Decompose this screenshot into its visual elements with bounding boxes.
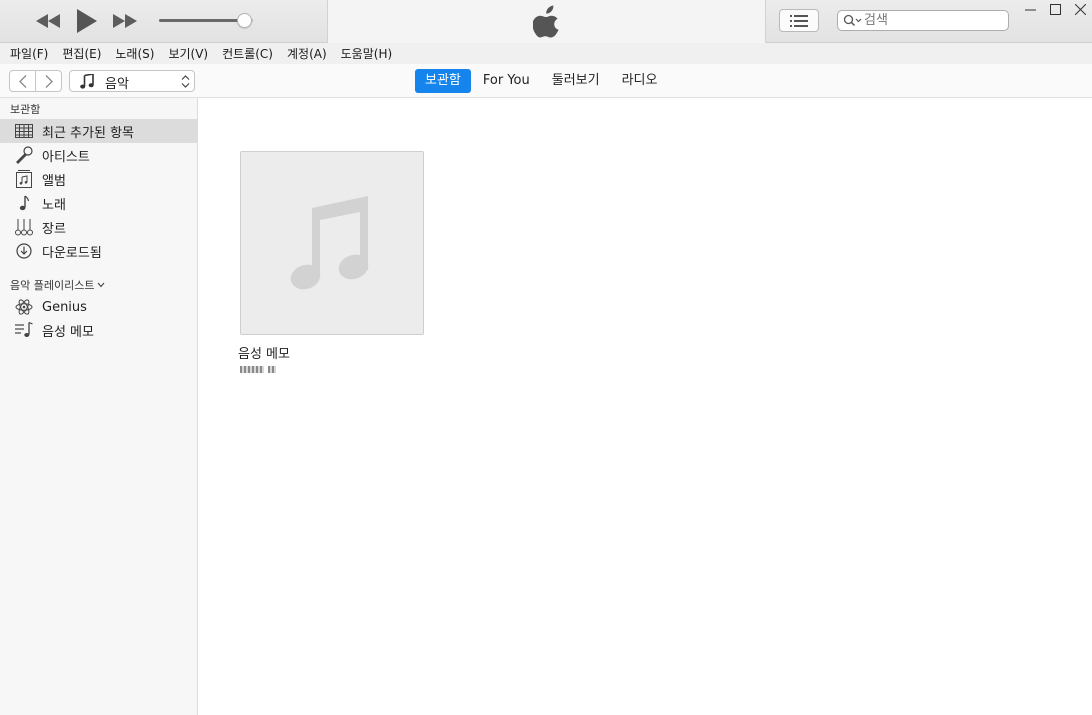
menu-controls[interactable]: 컨트롤(C) [215,45,280,62]
rewind-icon [36,14,60,28]
close-icon [1074,3,1086,15]
sidebar-item-songs[interactable]: 노래 [0,191,197,215]
tab-radio[interactable]: 라디오 [612,69,668,93]
tab-library[interactable]: 보관함 [415,69,471,93]
sidebar-item-label: 음성 메모 [42,324,94,340]
library-content: 음성 메모 [198,98,1092,715]
close-button[interactable] [1068,0,1092,18]
tab-browse[interactable]: 둘러보기 [542,69,610,93]
microphone-icon [14,146,34,164]
album-title[interactable]: 음성 메모 [238,343,424,362]
album-icon [14,170,34,188]
list-view-button[interactable] [779,9,819,32]
sidebar-item-label: 최근 추가된 항목 [42,125,134,141]
sidebar-item-label: 앨범 [42,173,66,189]
tab-for-you[interactable]: For You [473,69,540,93]
redaction-block [268,366,276,373]
album-tile[interactable]: 음성 메모 [238,151,424,375]
genius-atom-icon [14,298,34,316]
menu-account[interactable]: 계정(A) [280,45,334,62]
fast-forward-button[interactable] [110,9,140,33]
playlist-icon [14,321,34,339]
navigation-bar: 음악 보관함 For You 둘러보기 라디오 [0,64,1092,98]
redaction-block [240,366,264,373]
sidebar-item-voice-memos[interactable]: 음성 메모 [0,318,197,342]
menu-view[interactable]: 보기(V) [161,45,215,62]
menu-file[interactable]: 파일(F) [3,45,55,62]
status-display [327,0,766,43]
download-icon [14,242,34,260]
library-section-title: 보관함 [10,101,40,117]
sidebar-item-label: 장르 [42,221,66,237]
minimize-icon [1024,9,1036,10]
play-icon [77,9,97,33]
sidebar-item-label: Genius [42,299,87,315]
maximize-icon [1049,3,1061,15]
sidebar-item-albums[interactable]: 앨범 [0,167,197,191]
chevron-left-icon [18,74,26,88]
back-button[interactable] [10,71,35,91]
playlists-section-label: 음악 플레이리스트 [10,279,95,292]
search-box[interactable] [837,10,1009,31]
sidebar-item-downloaded[interactable]: 다운로드됨 [0,239,197,263]
maximize-button[interactable] [1043,0,1067,18]
fast-forward-icon [113,14,137,28]
sidebar-item-label: 노래 [42,197,66,213]
search-input[interactable] [864,12,1004,29]
music-note-icon [14,194,34,212]
grid-icon [14,122,34,140]
player-bar [0,0,1092,43]
sidebar-item-artists[interactable]: 아티스트 [0,143,197,167]
volume-fill [159,19,244,22]
select-updown-icon [181,75,190,88]
history-navigation [9,70,62,92]
chevron-right-icon [45,74,53,88]
sidebar: 보관함 최근 추가된 항목 아티스트 앨범 노래 장르 다운로드됨 음악 플레이… [0,98,198,715]
menu-bar: 파일(F) 편집(E) 노래(S) 보기(V) 컨트롤(C) 계정(A) 도움말… [0,43,1092,64]
sidebar-item-label: 다운로드됨 [42,245,102,261]
volume-slider[interactable] [159,13,259,28]
chevron-down-icon [98,282,105,288]
sidebar-item-label: 아티스트 [42,149,90,165]
sidebar-item-genres[interactable]: 장르 [0,215,197,239]
menu-edit[interactable]: 편집(E) [55,45,108,62]
sidebar-item-recently-added[interactable]: 최근 추가된 항목 [0,119,197,143]
music-note-icon [80,74,94,89]
search-icon [843,14,862,27]
menu-song[interactable]: 노래(S) [108,45,161,62]
list-icon [790,14,808,27]
volume-knob[interactable] [236,13,252,28]
rewind-button[interactable] [33,9,63,33]
music-note-icon [290,196,369,290]
library-section-label: 보관함 [10,103,41,116]
media-source-label: 음악 [105,77,129,92]
media-source-select[interactable]: 음악 [69,70,195,92]
forward-button[interactable] [35,71,61,91]
section-tabs: 보관함 For You 둘러보기 라디오 [415,69,669,93]
album-artist-redacted [240,365,424,375]
guitars-icon [14,218,34,236]
menu-help[interactable]: 도움말(H) [334,45,400,62]
apple-logo-icon [533,5,559,38]
minimize-button[interactable] [1018,0,1042,18]
album-artwork[interactable] [240,151,424,335]
playlists-section-title[interactable]: 음악 플레이리스트 [10,277,105,293]
sidebar-item-genius[interactable]: Genius [0,295,197,319]
play-button[interactable] [72,6,102,36]
